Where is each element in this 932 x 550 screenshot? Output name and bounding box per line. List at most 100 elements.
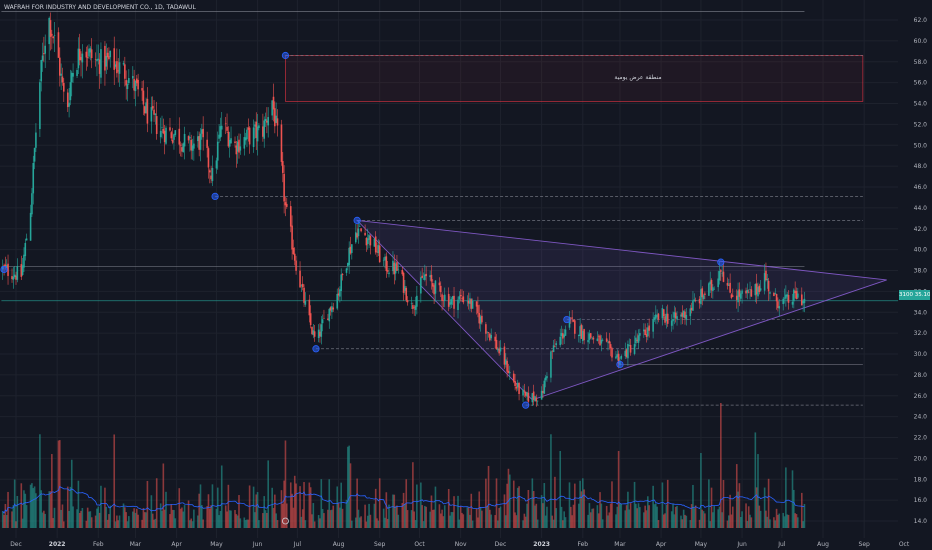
candle-body (369, 235, 372, 246)
candle-body (295, 260, 297, 271)
candle-body (552, 345, 555, 353)
candle-body (611, 348, 613, 358)
candle-body (495, 339, 498, 350)
candle-body (439, 285, 442, 293)
candle-body (154, 113, 157, 115)
pivot-point-icon[interactable] (353, 216, 361, 224)
volume-bar (694, 505, 697, 528)
volume-bar (267, 460, 269, 528)
volume-bar (518, 486, 520, 528)
candle-body (86, 57, 89, 59)
candle-body (388, 272, 390, 275)
price-axis-tick: 60.0 (914, 38, 928, 45)
candle-body (769, 292, 771, 294)
candle-body (512, 373, 515, 382)
candle-body (374, 236, 377, 253)
volume-bar (720, 403, 722, 528)
candle-body (224, 123, 227, 125)
candlestick-chart[interactable]: 62.0 60.0 58.0 56.0 54.0 52.0 50.0 48.0 46.0 44.0… (0, 0, 932, 550)
candle-body (202, 128, 204, 138)
candle-body (68, 102, 70, 107)
volume-bar (704, 513, 706, 528)
candle-body (226, 126, 228, 131)
candle-body (652, 319, 654, 332)
price-axis-tick: 14.0 (914, 518, 928, 525)
candle-body (462, 296, 465, 303)
candle-body (702, 295, 705, 300)
candle-body (559, 336, 562, 346)
candle-body (759, 288, 762, 291)
candle-body (340, 274, 343, 291)
volume-bar (731, 506, 734, 528)
time-axis-tick: 2023 (533, 541, 550, 548)
chart-container[interactable]: 62.0 60.0 58.0 56.0 54.0 52.0 50.0 48.0 46.0 44.0… (0, 0, 932, 550)
candle-body (360, 228, 362, 232)
candle-body (412, 305, 414, 309)
pivot-point-icon[interactable] (312, 345, 320, 353)
volume-bar (25, 505, 28, 528)
volume-bar (53, 507, 56, 528)
candle-body (267, 117, 269, 126)
candle-body (775, 293, 778, 302)
candle-body (441, 294, 443, 301)
volume-bar (797, 517, 799, 528)
volume-bar (202, 519, 204, 528)
supply-zone-box (285, 55, 864, 102)
candle-body (90, 49, 93, 59)
price-axis-tick: 44.0 (914, 205, 928, 212)
volume-bar (601, 519, 604, 528)
price-axis-tick: 22.0 (914, 435, 928, 442)
candle-body (165, 127, 167, 144)
candle-body (321, 319, 324, 324)
pivot-point-icon[interactable] (717, 258, 725, 266)
volume-bar (128, 516, 130, 528)
pivot-point-icon[interactable] (281, 51, 290, 60)
volume-bar (443, 505, 446, 528)
time-axis-tick: May (695, 541, 708, 548)
volume-bar (397, 514, 400, 528)
candle-body (554, 346, 556, 348)
candle-body (60, 73, 62, 76)
candle-body (778, 306, 781, 309)
time-axis[interactable]: Dec 2022 Feb Mar Apr May Jun Jul Aug Sep Oct Nov Dec… (0, 538, 932, 550)
candle-body (211, 167, 214, 182)
pivot-point-icon[interactable] (522, 401, 530, 409)
pivot-point-icon[interactable] (0, 265, 8, 274)
candle-body (161, 126, 163, 128)
volume-bar (546, 506, 548, 528)
candle-body (57, 32, 60, 58)
price-axis-tick: 26.0 (914, 393, 928, 400)
volume-bar (193, 509, 195, 528)
price-axis-tick: 40.0 (914, 247, 928, 254)
candle-body (487, 332, 490, 334)
candle-body (739, 293, 742, 299)
candle-body (33, 147, 36, 162)
time-axis-tick: Sep (859, 541, 871, 548)
candle-body (358, 226, 361, 227)
candle-body (173, 134, 175, 140)
candle-body (596, 338, 599, 341)
price-axis[interactable]: 62.0 60.0 58.0 56.0 54.0 52.0 50.0 48.0 46.0 44.0… (898, 0, 932, 550)
pivot-point-icon[interactable] (563, 315, 571, 324)
triangle-pattern[interactable] (355, 219, 887, 401)
candle-body (183, 133, 186, 147)
price-axis-tick: 62.0 (914, 17, 928, 24)
volume-bar (648, 505, 650, 528)
pivot-point-icon[interactable] (211, 192, 219, 200)
candle-body (122, 63, 125, 65)
candle-body (199, 133, 202, 150)
price-axis-tick: 28.0 (914, 372, 928, 379)
candle-body (571, 317, 573, 319)
candle-body (741, 290, 743, 294)
triangle-shape[interactable] (355, 219, 887, 401)
volume-bar (276, 520, 279, 528)
candle-body (252, 127, 255, 148)
candle-body (351, 244, 353, 253)
time-axis-tick: Aug (333, 541, 345, 548)
price-axis-tick: 48.0 (914, 163, 928, 170)
volume-bar (369, 514, 372, 528)
pivot-point-icon[interactable] (616, 360, 624, 369)
candle-body (420, 277, 422, 294)
volume-bar (471, 520, 474, 528)
volume-bar (550, 434, 552, 528)
